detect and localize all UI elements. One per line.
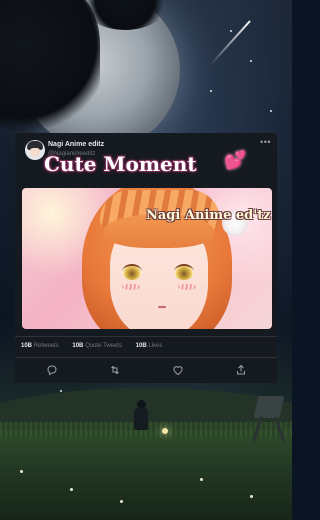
- divider: [15, 336, 277, 337]
- anime-girl-eye-right: [174, 264, 194, 280]
- star: [230, 30, 232, 32]
- flower: [20, 470, 23, 473]
- tweet-actions: [15, 359, 277, 381]
- user-name[interactable]: Nagi Anime editz: [48, 141, 104, 148]
- tweet-stats: 10B Retweets 10B Quote Tweets 10B Likes: [21, 343, 174, 349]
- flower: [70, 488, 73, 491]
- retweets-label: Retweets: [33, 343, 59, 349]
- star: [210, 90, 212, 92]
- star: [270, 110, 272, 112]
- quote-tweets-stat[interactable]: 10B Quote Tweets: [72, 343, 122, 349]
- retweets-stat[interactable]: 10B Retweets: [21, 343, 59, 349]
- divider: [15, 357, 277, 358]
- image-watermark: Nagi Anime ed'tz: [146, 208, 271, 223]
- flower: [250, 495, 253, 498]
- anime-girl-eye-left: [122, 264, 142, 280]
- anime-girl-mouth: [158, 306, 166, 308]
- post-headline: Cute Moment: [44, 152, 197, 176]
- camping-chair: [252, 396, 288, 442]
- flower: [200, 478, 203, 481]
- quote-tweets-label: Quote Tweets: [85, 343, 122, 349]
- likes-label: Likes: [148, 343, 163, 349]
- tree-silhouette-left: [0, 0, 100, 140]
- anime-girl-blush-right: [178, 284, 196, 290]
- like-icon[interactable]: [170, 362, 186, 378]
- share-icon[interactable]: [233, 362, 249, 378]
- more-horizontal-icon[interactable]: •••: [260, 137, 271, 147]
- quote-tweets-count: 10B: [72, 343, 84, 349]
- retweets-count: 10B: [21, 343, 33, 349]
- flower: [120, 500, 123, 503]
- avatar[interactable]: [25, 140, 45, 160]
- likes-stat[interactable]: 10B Likes: [136, 343, 163, 349]
- lantern-light: [162, 428, 168, 434]
- sitting-person-silhouette: [134, 400, 148, 430]
- anime-girl-blush-left: [122, 284, 140, 290]
- heart-icon: 💕: [224, 150, 247, 170]
- likes-count: 10B: [135, 343, 147, 349]
- retweet-icon[interactable]: [107, 362, 123, 378]
- star: [250, 60, 252, 62]
- grass-field: [0, 422, 292, 520]
- post-image[interactable]: Nagi Anime ed'tz: [22, 188, 272, 329]
- reply-icon[interactable]: [44, 362, 60, 378]
